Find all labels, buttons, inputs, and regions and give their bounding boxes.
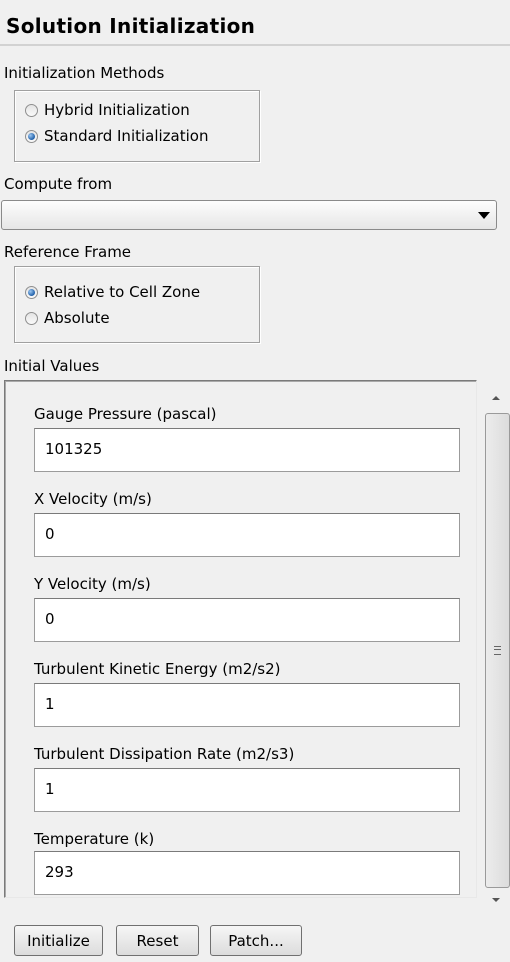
radio-label: Absolute bbox=[44, 309, 110, 327]
temperature-label: Temperature (k) bbox=[34, 830, 155, 848]
radio-standard-init[interactable]: Standard Initialization bbox=[25, 127, 208, 145]
y-velocity-label: Y Velocity (m/s) bbox=[34, 575, 151, 593]
panel-title: Solution Initialization bbox=[6, 14, 256, 38]
scroll-down-arrow-icon[interactable] bbox=[492, 898, 500, 902]
gauge-pressure-input[interactable]: 101325 bbox=[34, 428, 460, 472]
radio-relative-cell-zone[interactable]: Relative to Cell Zone bbox=[25, 283, 200, 301]
init-methods-label: Initialization Methods bbox=[4, 64, 165, 82]
radio-checked-icon[interactable] bbox=[25, 285, 38, 299]
dropdown-arrow-icon[interactable] bbox=[478, 212, 490, 219]
radio-unchecked-icon[interactable] bbox=[25, 311, 38, 325]
y-velocity-input[interactable]: 0 bbox=[34, 598, 460, 642]
compute-from-label: Compute from bbox=[4, 175, 113, 193]
temperature-input[interactable]: 293 bbox=[34, 851, 460, 895]
title-divider bbox=[0, 44, 510, 46]
turbulent-dissipation-rate-input[interactable]: 1 bbox=[34, 768, 460, 812]
init-methods-group: Hybrid Initialization Standard Initializ… bbox=[14, 90, 260, 162]
radio-label: Hybrid Initialization bbox=[44, 101, 190, 119]
patch-button[interactable]: Patch... bbox=[210, 925, 302, 956]
turbulent-dissipation-rate-label: Turbulent Dissipation Rate (m2/s3) bbox=[34, 745, 295, 763]
scroll-thumb[interactable] bbox=[485, 413, 510, 888]
radio-label: Relative to Cell Zone bbox=[44, 283, 201, 301]
reset-button[interactable]: Reset bbox=[116, 925, 199, 956]
vertical-scrollbar[interactable] bbox=[481, 380, 510, 908]
radio-checked-icon[interactable] bbox=[25, 129, 38, 143]
reference-frame-group: Relative to Cell Zone Absolute bbox=[14, 266, 260, 343]
scroll-up-arrow-icon[interactable] bbox=[492, 396, 500, 400]
turbulent-kinetic-energy-input[interactable]: 1 bbox=[34, 683, 460, 727]
radio-absolute[interactable]: Absolute bbox=[25, 309, 110, 327]
radio-hybrid-init[interactable]: Hybrid Initialization bbox=[25, 101, 190, 119]
compute-from-dropdown[interactable] bbox=[1, 200, 497, 230]
gauge-pressure-label: Gauge Pressure (pascal) bbox=[34, 405, 217, 423]
initialize-button[interactable]: Initialize bbox=[14, 925, 103, 956]
radio-label: Standard Initialization bbox=[44, 127, 209, 145]
turbulent-kinetic-energy-label: Turbulent Kinetic Energy (m2/s2) bbox=[34, 660, 281, 678]
radio-unchecked-icon[interactable] bbox=[25, 103, 38, 117]
grip-icon bbox=[494, 646, 501, 655]
x-velocity-input[interactable]: 0 bbox=[34, 513, 460, 557]
reference-frame-label: Reference Frame bbox=[4, 243, 132, 261]
x-velocity-label: X Velocity (m/s) bbox=[34, 490, 152, 508]
initial-values-label: Initial Values bbox=[4, 357, 100, 375]
